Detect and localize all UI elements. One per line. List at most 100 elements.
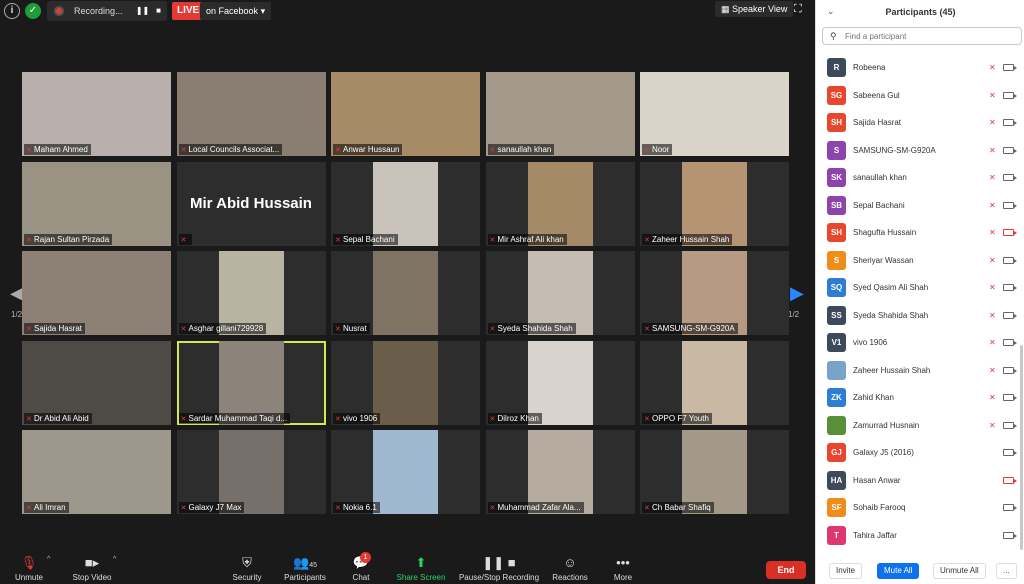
participant-search-input[interactable] xyxy=(845,30,1015,43)
share-screen-label: Share Screen xyxy=(396,573,446,582)
audio-options-caret-icon[interactable]: ^ xyxy=(47,556,50,563)
panel-more-button[interactable]: ... xyxy=(996,563,1017,579)
mic-muted-icon: ✕ xyxy=(989,255,996,265)
participant-row[interactable]: HA Hasan Anwar xyxy=(816,467,1024,495)
participant-row[interactable]: V1 vivo 1906 ✕ xyxy=(816,329,1024,357)
participant-row[interactable]: T Tahira Jaffar xyxy=(816,522,1024,550)
tile-name-tag: ✕ Asghar gillani729928 xyxy=(178,323,267,334)
participant-row[interactable]: ZK Zahid Khan ✕ xyxy=(816,384,1024,412)
participants-button[interactable]: 👥45 Participants xyxy=(282,555,328,582)
video-options-caret-icon[interactable]: ^ xyxy=(113,556,116,563)
participant-row[interactable]: SF Sohaib Farooq xyxy=(816,494,1024,522)
mic-muted-icon: ✕ xyxy=(26,505,32,512)
video-tile[interactable]: ✕ Nokia 6.1 xyxy=(331,430,480,514)
end-meeting-button[interactable]: End xyxy=(766,561,806,579)
participant-row[interactable]: S SAMSUNG-SM-G920A ✕ xyxy=(816,137,1024,165)
previous-page-icon[interactable]: ◀ xyxy=(10,283,24,303)
fullscreen-icon[interactable]: ⛶ xyxy=(794,3,806,15)
video-tile[interactable]: ✕ Dilroz Khan xyxy=(485,340,635,425)
mute-all-button[interactable]: Mute All xyxy=(877,563,920,579)
video-camera-icon xyxy=(1003,504,1017,511)
unmute-all-button[interactable]: Unmute All xyxy=(933,563,986,579)
mic-muted-icon: ✕ xyxy=(180,326,187,333)
participant-row[interactable]: GJ Galaxy J5 (2016) xyxy=(816,439,1024,467)
gallery-view: i ✓ Recording... ❚❚ ■ LIVE on Facebook ▾… xyxy=(0,0,815,584)
video-tile[interactable]: ✕ Zaheer Hussain Shah xyxy=(640,161,789,246)
tile-name-label: Ch Babar Shafiq xyxy=(652,503,711,512)
live-target-dropdown[interactable]: on Facebook ▾ xyxy=(200,2,272,20)
tile-name-label: Maham Ahmed xyxy=(34,145,88,154)
video-camera-icon xyxy=(1003,531,1017,539)
tile-name-label: Sepal Bachani xyxy=(343,234,395,244)
speaker-view-label: Speaker View xyxy=(732,4,788,14)
invite-button[interactable]: Invite xyxy=(829,563,863,579)
participant-row[interactable]: SH Sajida Hasrat ✕ xyxy=(816,109,1024,137)
video-tile[interactable]: ✕ Ali Imran xyxy=(22,430,171,514)
video-tile[interactable]: ✕ Maham Ahmed xyxy=(22,72,171,156)
participant-row[interactable]: SG Sabeena Gul ✕ xyxy=(816,82,1024,110)
participant-row[interactable]: Zamurrad Husnain ✕ xyxy=(816,412,1024,440)
video-tile[interactable]: ✕ OPPO F7 Youth xyxy=(640,340,789,425)
participant-row[interactable]: S Sheriyar Wassan ✕ xyxy=(816,247,1024,275)
participant-row[interactable]: SH Shagufta Hussain ✕ xyxy=(816,219,1024,247)
more-button[interactable]: ••• More xyxy=(610,555,636,582)
video-tile[interactable]: Mir Abid Hussain ✕ xyxy=(176,161,326,246)
video-tile[interactable]: ✕ Rajan Sultan Pirzada xyxy=(22,161,171,246)
participant-display-name: Mir Abid Hussain xyxy=(190,195,312,212)
share-screen-button[interactable]: ⬆ Share Screen xyxy=(396,555,446,582)
video-tile[interactable]: ✕ Galaxy J7 Max xyxy=(176,430,326,514)
video-tile[interactable]: ✕ Local Councils Associat... xyxy=(176,72,326,156)
pause-stop-recording-button[interactable]: ❚❚ ■ Pause/Stop Recording xyxy=(458,555,540,582)
participant-list-scrollbar[interactable] xyxy=(1020,345,1023,550)
participant-row[interactable]: R Robeena ✕ xyxy=(816,54,1024,82)
video-tile[interactable]: ✕ Muhammad Zafar Ala... xyxy=(485,430,635,514)
video-tile[interactable]: ✕ Nusrat xyxy=(331,251,480,335)
encryption-shield-icon[interactable]: ✓ xyxy=(25,3,41,19)
video-feed xyxy=(373,340,438,425)
avatar xyxy=(827,360,846,380)
video-tile[interactable]: ✕ Ch Babar Shafiq xyxy=(640,430,789,514)
video-tile[interactable]: ✕ Sepal Bachani xyxy=(331,161,480,246)
chat-button[interactable]: 💬 1 Chat xyxy=(350,552,372,582)
participant-row[interactable]: SS Syeda Shahida Shah ✕ xyxy=(816,302,1024,330)
video-tile[interactable]: ✕ sanaullah khan xyxy=(485,72,635,156)
stop-video-button[interactable]: ■▸ Stop Video xyxy=(70,555,114,582)
speaker-view-button[interactable]: ▦ Speaker View xyxy=(715,1,794,17)
video-tile[interactable]: ✕ vivo 1906 xyxy=(331,340,480,425)
participant-name: Zamurrad Husnain xyxy=(853,420,920,430)
stop-recording-icon[interactable]: ■ xyxy=(151,4,167,18)
video-tile[interactable]: ✕ Dr Abid Ali Abid xyxy=(22,340,171,425)
tile-name-tag: ✕ Ch Babar Shafiq xyxy=(642,502,714,513)
video-tile[interactable]: ✕ Sardar Muhammad Taqi d... xyxy=(176,340,326,425)
video-tile[interactable]: ✕ Mir Ashraf Ali khan xyxy=(485,161,635,246)
video-tile[interactable]: ✕ SAMSUNG-SM-G920A xyxy=(640,251,789,335)
share-screen-icon: ⬆ xyxy=(415,555,427,570)
tile-name-tag: ✕ Ali Imran xyxy=(24,502,69,513)
participant-row[interactable]: Zaheer Hussain Shah ✕ xyxy=(816,357,1024,385)
video-tile[interactable]: ✕ Sajida Hasrat xyxy=(22,251,171,335)
mic-muted-icon: ✕ xyxy=(989,338,996,347)
avatar: SH xyxy=(827,113,846,133)
avatar: S xyxy=(827,250,846,270)
avatar: SK xyxy=(827,168,846,188)
participant-row[interactable]: SB Sepal Bachani ✕ xyxy=(816,192,1024,220)
video-tile[interactable]: ✕ Asghar gillani729928 xyxy=(176,251,326,335)
participant-name: Zahid Khan xyxy=(853,393,894,403)
participant-row[interactable]: SQ Syed Qasim Ali Shah ✕ xyxy=(816,274,1024,302)
participants-icon: 👥45 xyxy=(293,555,317,570)
reactions-button[interactable]: ☺ Reactions xyxy=(551,555,589,582)
tile-name-label: Mir Ashraf Ali khan xyxy=(497,234,564,244)
pause-recording-icon[interactable]: ❚❚ xyxy=(135,4,151,18)
video-tile[interactable]: ✕ Noor xyxy=(640,72,789,156)
record-dot-icon xyxy=(54,6,64,16)
participant-name: SAMSUNG-SM-G920A xyxy=(853,145,936,155)
security-button[interactable]: ⛨ Security xyxy=(230,555,264,582)
participant-search[interactable]: ⚲ xyxy=(822,27,1022,45)
participant-row[interactable]: SK sanaullah khan ✕ xyxy=(816,164,1024,192)
video-tile[interactable]: ✕ Anwar Hussaun xyxy=(331,72,480,156)
tile-name-tag: ✕ sanaullah khan xyxy=(487,144,555,155)
unmute-button[interactable]: 🎙 Unmute xyxy=(12,555,46,582)
video-tile[interactable]: ✕ Syeda Shahida Shah xyxy=(485,251,635,335)
info-icon[interactable]: i xyxy=(4,3,20,19)
tile-name-label: vivo 1906 xyxy=(343,413,378,423)
